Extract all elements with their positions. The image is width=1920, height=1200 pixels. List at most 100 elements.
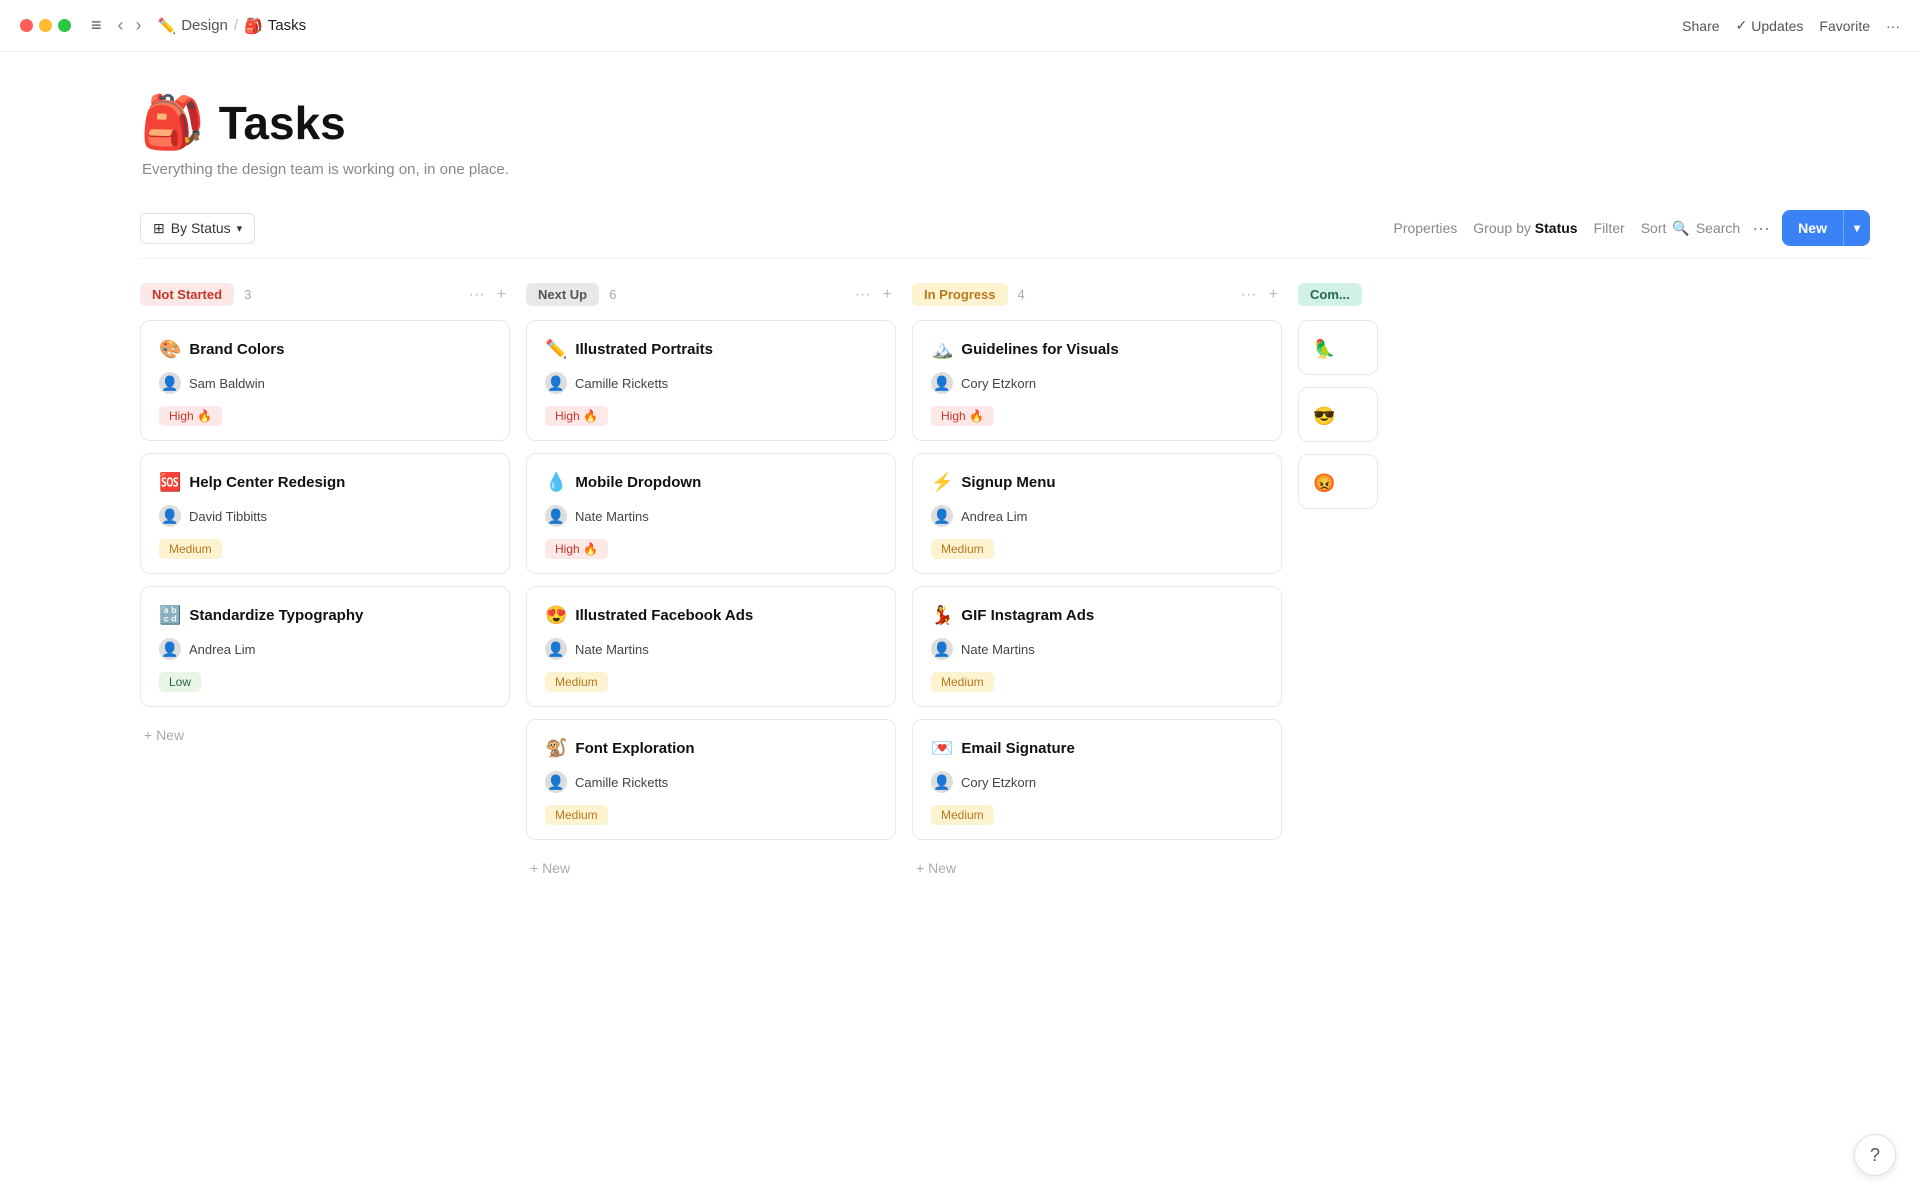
page-subtitle: Everything the design team is working on… <box>142 161 1870 178</box>
breadcrumb: ✏️ Design / 🎒 Tasks <box>158 17 307 35</box>
task-card[interactable]: ✏️Illustrated Portraits👤Camille Ricketts… <box>526 320 896 441</box>
task-card[interactable]: 💃GIF Instagram Ads👤Nate MartinsMedium <box>912 586 1282 707</box>
add-card-button[interactable]: + New <box>140 719 510 751</box>
card-title-row: 😍Illustrated Facebook Ads <box>545 605 877 626</box>
assignee-name: David Tibbitts <box>189 509 267 524</box>
task-card[interactable]: 🦜 <box>1298 320 1378 375</box>
add-card-button[interactable]: + New <box>912 852 1282 884</box>
card-emoji: 🆘 <box>159 472 181 493</box>
by-status-button[interactable]: ⊞ By Status ▾ <box>140 213 255 244</box>
chevron-down-icon: ▾ <box>237 222 243 235</box>
card-assignee: 👤 Camille Ricketts <box>545 771 877 793</box>
column-add-next-up[interactable]: + <box>879 284 896 306</box>
maximize-button[interactable] <box>58 19 71 32</box>
card-title: Illustrated Facebook Ads <box>575 607 753 624</box>
priority-badge: Low <box>159 672 201 692</box>
card-emoji: 🦜 <box>1313 339 1335 359</box>
column-more-in-progress[interactable]: ··· <box>1237 284 1261 306</box>
filter-button[interactable]: Filter <box>1594 220 1625 236</box>
new-button-label[interactable]: New <box>1782 212 1843 244</box>
share-button[interactable]: Share <box>1682 18 1719 34</box>
priority-badge: Medium <box>159 539 222 559</box>
breadcrumb-parent[interactable]: ✏️ Design <box>158 17 228 35</box>
more-options-button[interactable]: ··· <box>1886 18 1900 34</box>
column-more-not-started[interactable]: ··· <box>465 284 489 306</box>
new-button-arrow[interactable]: ▾ <box>1844 213 1870 243</box>
card-emoji: 🔡 <box>159 605 181 626</box>
card-emoji: 💧 <box>545 472 567 493</box>
task-card[interactable]: 🏔️Guidelines for Visuals👤Cory EtzkornHig… <box>912 320 1282 441</box>
card-title-row: ⚡Signup Menu <box>931 472 1263 493</box>
task-card[interactable]: 😡 <box>1298 454 1378 509</box>
properties-button[interactable]: Properties <box>1393 220 1457 236</box>
back-button[interactable]: ‹ <box>114 13 128 38</box>
column-complete: Com...🦜😎😡 <box>1298 283 1378 884</box>
task-card[interactable]: 🆘Help Center Redesign👤David TibbittsMedi… <box>140 453 510 574</box>
avatar: 👤 <box>931 771 953 793</box>
updates-button[interactable]: ✓ Updates <box>1736 17 1804 34</box>
column-actions-in-progress: ···+ <box>1237 284 1282 306</box>
card-emoji: 😎 <box>1313 406 1335 426</box>
card-emoji: 😡 <box>1313 473 1335 493</box>
avatar: 👤 <box>545 771 567 793</box>
task-card[interactable]: 🎨Brand Colors👤Sam BaldwinHigh 🔥 <box>140 320 510 441</box>
column-next-up: Next Up6···+ ✏️Illustrated Portraits👤Cami… <box>526 283 896 884</box>
toolbar-more-button[interactable]: ··· <box>1748 218 1774 239</box>
titlebar-right: Share ✓ Updates Favorite ··· <box>1682 17 1900 34</box>
column-actions-next-up: ···+ <box>851 284 896 306</box>
assignee-name: Camille Ricketts <box>575 775 668 790</box>
column-more-next-up[interactable]: ··· <box>851 284 875 306</box>
minimize-button[interactable] <box>39 19 52 32</box>
page-title-row: 🎒 Tasks <box>140 92 1870 153</box>
priority-badge: Medium <box>931 805 994 825</box>
task-card[interactable]: 💌Email Signature👤Cory EtzkornMedium <box>912 719 1282 840</box>
avatar: 👤 <box>545 638 567 660</box>
card-emoji: 💃 <box>931 605 953 626</box>
avatar: 👤 <box>931 505 953 527</box>
help-button[interactable]: ? <box>1854 1134 1896 1176</box>
card-title: Illustrated Portraits <box>575 341 713 358</box>
breadcrumb-current[interactable]: 🎒 Tasks <box>244 17 306 35</box>
group-by-button[interactable]: Group by Status <box>1473 220 1577 236</box>
priority-badge: High 🔥 <box>159 406 222 426</box>
avatar: 👤 <box>545 505 567 527</box>
assignee-name: Andrea Lim <box>961 509 1027 524</box>
task-card[interactable]: 🔡Standardize Typography👤Andrea LimLow <box>140 586 510 707</box>
task-card[interactable]: 🐒 Font Exploration 👤 Camille Ricketts Medium <box>526 719 896 840</box>
breadcrumb-parent-label: Design <box>181 17 228 34</box>
new-button[interactable]: New ▾ <box>1782 210 1870 246</box>
page-header: 🎒 Tasks Everything the design team is wo… <box>140 92 1870 178</box>
priority-badge: High 🔥 <box>545 539 608 559</box>
task-card[interactable]: 💧Mobile Dropdown👤Nate MartinsHigh 🔥 <box>526 453 896 574</box>
card-title: Font Exploration <box>575 740 694 757</box>
column-count-in-progress: 4 <box>1018 287 1025 302</box>
column-header-next-up: Next Up6···+ <box>526 283 896 306</box>
column-header-in-progress: In Progress4···+ <box>912 283 1282 306</box>
column-add-not-started[interactable]: + <box>493 284 510 306</box>
forward-button[interactable]: › <box>132 13 146 38</box>
task-card[interactable]: ⚡Signup Menu👤Andrea LimMedium <box>912 453 1282 574</box>
column-count-not-started: 3 <box>244 287 251 302</box>
assignee-name: Cory Etzkorn <box>961 775 1036 790</box>
card-title: Brand Colors <box>189 341 284 358</box>
task-card[interactable]: 😎 <box>1298 387 1378 442</box>
sort-button[interactable]: Sort <box>1641 220 1667 236</box>
priority-badge: Medium <box>545 805 608 825</box>
task-card[interactable]: 😍Illustrated Facebook Ads👤Nate MartinsMe… <box>526 586 896 707</box>
column-add-in-progress[interactable]: + <box>1265 284 1282 306</box>
close-button[interactable] <box>20 19 33 32</box>
card-assignee: 👤Cory Etzkorn <box>931 372 1263 394</box>
add-card-button[interactable]: + New <box>526 852 896 884</box>
assignee-name: Cory Etzkorn <box>961 376 1036 391</box>
column-in-progress: In Progress4···+🏔️Guidelines for Visuals… <box>912 283 1282 884</box>
titlebar: ≡ ‹ › ✏️ Design / 🎒 Tasks Share ✓ Update… <box>0 0 1920 52</box>
card-emoji: 🐒 <box>545 738 567 759</box>
updates-label: Updates <box>1751 18 1803 34</box>
toolbar-left: ⊞ By Status ▾ <box>140 213 255 244</box>
nav-arrows: ‹ › <box>114 13 146 38</box>
favorite-button[interactable]: Favorite <box>1819 18 1870 34</box>
avatar: 👤 <box>159 372 181 394</box>
menu-icon[interactable]: ≡ <box>91 15 102 36</box>
by-status-label: By Status <box>171 220 231 236</box>
search-button[interactable]: 🔍 Search <box>1672 220 1740 237</box>
